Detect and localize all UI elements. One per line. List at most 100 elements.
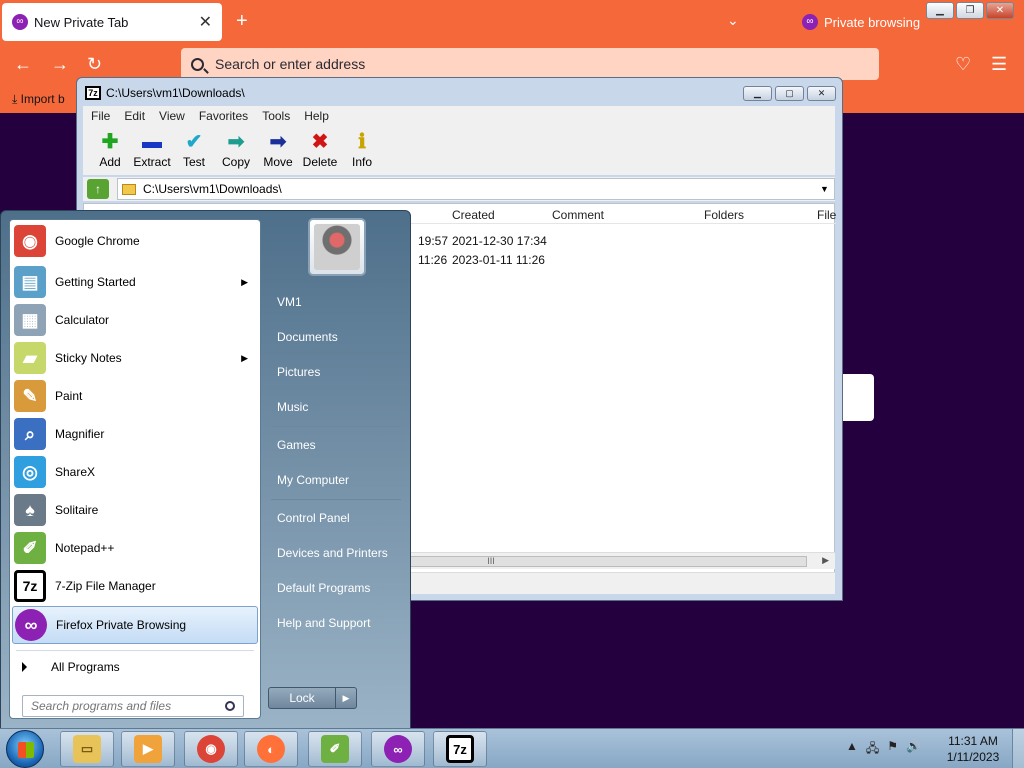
start-right-my-computer[interactable]: My Computer [277, 473, 349, 487]
start-right-help-support[interactable]: Help and Support [277, 616, 370, 630]
clock-date: 1/11/2023 [946, 750, 1000, 764]
sevenzip-logo-icon: 7z [85, 86, 101, 100]
lock-button[interactable]: Lock [268, 687, 336, 709]
submenu-arrow-icon[interactable]: ▶ [241, 277, 248, 288]
taskbar-explorer[interactable]: ▭ [60, 731, 114, 767]
tab-new-private[interactable]: ∞ New Private Tab ✕ [2, 3, 222, 41]
restore-button[interactable]: ❐ [956, 2, 984, 19]
start-button[interactable] [6, 730, 44, 768]
new-tab-button[interactable]: + [236, 11, 248, 31]
start-search-input[interactable] [23, 699, 225, 713]
show-hidden-icons-icon[interactable]: ▲ [846, 739, 858, 760]
delete-button[interactable]: ✖ Delete [299, 125, 341, 175]
sevenzip-window-controls: ▁ ▢ ✕ [743, 86, 836, 101]
tab-close-icon[interactable]: ✕ [199, 12, 212, 32]
test-button[interactable]: ✔ Test [173, 125, 215, 175]
add-button[interactable]: ✚ Add [89, 125, 131, 175]
program-google-chrome[interactable]: ◉ Google Chrome [12, 222, 258, 260]
info-icon: ℹ [358, 131, 366, 153]
network-icon[interactable]: 🖧 [866, 739, 879, 760]
up-folder-icon[interactable]: ↑ [87, 179, 109, 199]
start-right-games[interactable]: Games [277, 438, 316, 452]
taskbar-firefox-private[interactable]: ∞ [371, 731, 425, 767]
program-solitaire[interactable]: ♠ Solitaire [12, 491, 258, 529]
start-right-devices-printers[interactable]: Devices and Printers [277, 546, 388, 560]
taskbar-chrome[interactable]: ◉ [184, 731, 238, 767]
url-bar[interactable] [181, 48, 879, 80]
copy-label: Copy [221, 155, 250, 169]
start-right-default-programs[interactable]: Default Programs [277, 581, 370, 595]
program-calculator[interactable]: ▦ Calculator [12, 301, 258, 339]
clock[interactable]: 11:31 AM 1/11/2023 [938, 733, 1008, 765]
menu-view[interactable]: View [159, 109, 185, 123]
forward-arrow-icon[interactable]: → [51, 54, 69, 75]
maximize-button[interactable]: ▢ [775, 86, 804, 101]
program-notepadpp[interactable]: ✐ Notepad++ [12, 529, 258, 567]
start-right-pictures[interactable]: Pictures [277, 365, 320, 379]
menu-tools[interactable]: Tools [262, 109, 290, 123]
taskbar-media-player[interactable]: ▶ [121, 731, 175, 767]
program-paint[interactable]: ✎ Paint [12, 377, 258, 415]
taskbar-firefox[interactable]: ◐ [244, 731, 298, 767]
action-center-flag-icon[interactable]: ⚑ [887, 739, 898, 760]
user-avatar[interactable] [308, 218, 366, 276]
toolbar: ✚ Add ▬ Extract ✔ Test ➡ Copy ➡ Move ✖ Delete … [83, 125, 835, 175]
divider [16, 650, 254, 651]
column-created[interactable]: Created [452, 208, 495, 222]
system-tray: ▲ 🖧 ⚑ 🔊 [846, 739, 921, 760]
minimize-button[interactable]: ▁ [926, 2, 954, 19]
program-sticky-notes[interactable]: ▰ Sticky Notes ▶ [12, 339, 258, 377]
extract-button[interactable]: ▬ Extract [131, 125, 173, 175]
close-button[interactable]: ✕ [807, 86, 836, 101]
taskbar-sevenzip[interactable]: 7z [433, 731, 487, 767]
back-arrow-icon[interactable]: ← [14, 54, 32, 75]
start-menu-programs-pane: ◉ Google Chrome ▤ Getting Started ▶ ▦ Ca… [9, 219, 261, 719]
start-right-music[interactable]: Music [277, 400, 308, 414]
shutdown-options-arrow-icon[interactable]: ▶ [336, 687, 357, 709]
program-magnifier[interactable]: ⌕ Magnifier [12, 415, 258, 453]
program-firefox-private[interactable]: ∞ Firefox Private Browsing [12, 606, 258, 644]
column-folders[interactable]: Folders [704, 208, 744, 222]
url-input[interactable] [215, 56, 815, 72]
menu-file[interactable]: File [91, 109, 110, 123]
list-tabs-chevron-icon[interactable]: ⌄ [727, 12, 739, 29]
menu-icon[interactable]: ☰ [991, 54, 1007, 75]
program-sharex[interactable]: ◎ ShareX [12, 453, 258, 491]
start-right-documents[interactable]: Documents [277, 330, 338, 344]
info-label: Info [351, 155, 372, 169]
program-sevenzip[interactable]: 7z 7-Zip File Manager [12, 567, 258, 605]
start-right-control-panel[interactable]: Control Panel [277, 511, 350, 525]
extract-icon: ▬ [142, 131, 162, 153]
column-comment[interactable]: Comment [552, 208, 604, 222]
volume-icon[interactable]: 🔊 [906, 739, 921, 760]
address-dropdown-icon[interactable]: ▼ [820, 184, 834, 194]
import-bookmarks-button[interactable]: ⤓ Import b [12, 92, 65, 107]
minimize-button[interactable]: ▁ [743, 86, 772, 101]
start-search-box[interactable] [22, 695, 244, 717]
menu-help[interactable]: Help [304, 109, 329, 123]
column-files[interactable]: File [817, 208, 836, 222]
all-programs-button[interactable]: All Programs [20, 660, 120, 674]
pocket-icon[interactable]: ♡ [955, 54, 971, 75]
menu-edit[interactable]: Edit [124, 109, 145, 123]
program-label: Notepad++ [55, 541, 115, 555]
reload-icon[interactable]: ↻ [87, 54, 102, 75]
address-field[interactable]: C:\Users\vm1\Downloads\ ▼ [117, 178, 835, 200]
info-button[interactable]: ℹ Info [341, 125, 383, 175]
submenu-arrow-icon[interactable]: ▶ [241, 353, 248, 364]
close-button[interactable]: ✕ [986, 2, 1014, 19]
taskbar-notepadpp[interactable]: ✐ [308, 731, 362, 767]
tab-title: New Private Tab [34, 14, 129, 30]
chrome-icon: ◉ [197, 735, 225, 763]
show-desktop-button[interactable] [1012, 729, 1024, 768]
copy-icon: ➡ [227, 131, 245, 153]
menu-favorites[interactable]: Favorites [199, 109, 248, 123]
all-programs-arrow-icon [22, 662, 27, 672]
move-button[interactable]: ➡ Move [257, 125, 299, 175]
start-right-vm1[interactable]: VM1 [277, 295, 302, 309]
add-icon: ✚ [101, 131, 119, 153]
scroll-right-icon[interactable]: ▶ [822, 555, 829, 566]
program-getting-started[interactable]: ▤ Getting Started ▶ [12, 263, 258, 301]
copy-button[interactable]: ➡ Copy [215, 125, 257, 175]
address-bar: ↑ C:\Users\vm1\Downloads\ ▼ [83, 177, 835, 201]
